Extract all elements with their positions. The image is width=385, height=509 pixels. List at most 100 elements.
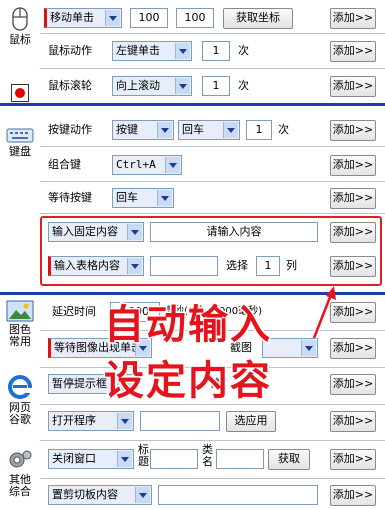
combo-key-label: 组合键 [48,158,81,171]
sidebar-item-web[interactable]: 网页 谷歌 [0,374,40,426]
row-divider [40,181,385,182]
add-button[interactable]: 添加>> [330,222,376,243]
wheel-direction-value: 向上滚动 [116,79,160,92]
x-coord-input[interactable]: 100 [130,8,168,28]
key-value: 回车 [182,123,204,136]
times-label: 次 [278,123,289,136]
sidebar-label-keyboard: 键盘 [9,145,31,158]
wait-key-select[interactable]: 回车 [112,188,174,208]
overlay-title-line1: 自动输入 [103,301,272,350]
key-action-label: 按键动作 [48,123,92,136]
chevron-down-icon [157,122,172,138]
table-path-input[interactable] [150,256,218,276]
mouse-button-value: 左键单击 [116,44,160,57]
chevron-down-icon [117,413,132,429]
mouse-action-value: 移动单击 [50,11,94,24]
key-select[interactable]: 回车 [178,120,240,140]
key-type-select[interactable]: 按键 [112,120,174,140]
row-divider [40,146,385,147]
record-button[interactable] [0,84,40,104]
add-button[interactable]: 添加>> [330,374,376,395]
chevron-down-icon [175,43,190,59]
clipboard-input[interactable] [158,485,318,505]
sidebar-item-mouse[interactable]: 鼠标 [0,6,40,46]
browser-e-icon [8,375,32,399]
record-icon [11,84,29,102]
chevron-down-icon [157,190,172,206]
chevron-down-icon [105,10,120,26]
table-input-select[interactable]: 输入表格内容 [48,256,144,276]
clipboard-value: 置剪切板内容 [52,488,118,501]
sidebar-label-mouse: 鼠标 [9,33,31,46]
mouse-icon [12,7,28,31]
close-window-select[interactable]: 关闭窗口 [48,449,134,469]
y-coord-input[interactable]: 100 [176,8,214,28]
select-label[interactable]: 选择 [226,256,248,276]
image-icon [6,300,34,322]
row-divider [40,68,385,69]
sidebar-label-other: 其他 综合 [9,473,31,498]
open-program-select[interactable]: 打开程序 [48,411,134,431]
chevron-down-icon [127,258,142,274]
key-type-value: 按键 [116,123,138,136]
program-path-input[interactable] [140,411,220,431]
chevron-down-icon [301,340,316,356]
mouse-button-select[interactable]: 左键单击 [112,41,192,61]
sidebar-item-image[interactable]: 图色 常用 [0,300,40,348]
window-title-input[interactable] [150,449,198,469]
wait-key-label: 等待按键 [48,191,92,204]
content-input[interactable]: 请输入内容 [150,222,318,242]
add-button[interactable]: 添加>> [330,449,376,470]
get-coords-button[interactable]: 获取坐标 [223,8,293,29]
sidebar-item-other[interactable]: 其他 综合 [0,448,40,498]
combo-key-select[interactable]: Ctrl+A [112,155,182,175]
annotation-arrow [311,286,336,339]
add-button[interactable]: 添加>> [330,411,376,432]
mouse-wheel-label: 鼠标滚轮 [48,79,92,92]
row-divider [40,440,385,441]
chevron-down-icon [127,224,142,240]
get-window-button[interactable]: 获取 [268,449,310,470]
sidebar-label-web: 网页 谷歌 [9,401,31,426]
add-button[interactable]: 添加>> [330,41,376,62]
wheel-direction-select[interactable]: 向上滚动 [112,76,192,96]
fixed-input-value: 输入固定内容 [52,225,118,238]
section-divider [0,103,385,106]
add-button[interactable]: 添加>> [330,8,376,29]
close-window-value: 关闭窗口 [52,452,96,465]
combo-key-value: Ctrl+A [116,158,156,171]
clipboard-select[interactable]: 置剪切板内容 [48,485,152,505]
key-count-input[interactable]: 1 [246,120,272,140]
sidebar-item-keyboard[interactable]: 键盘 [0,126,40,158]
row-divider [40,213,385,214]
column-label: 列 [286,259,297,272]
delay-label: 延迟时间 [52,305,96,318]
mouse-count-input[interactable]: 1 [202,41,230,61]
table-input-value: 输入表格内容 [54,259,120,272]
row-divider [40,404,385,405]
sidebar-label-image: 图色 常用 [9,323,31,348]
add-button[interactable]: 添加>> [330,76,376,97]
choose-app-button[interactable]: 选应用 [226,411,276,432]
chevron-down-icon [135,487,150,503]
add-button[interactable]: 添加>> [330,155,376,176]
fixed-input-select[interactable]: 输入固定内容 [48,222,144,242]
mouse-action-label: 鼠标动作 [48,44,92,57]
keyboard-icon [6,128,34,143]
add-button[interactable]: 添加>> [330,256,376,277]
add-button[interactable]: 添加>> [330,485,376,506]
chevron-down-icon [223,122,238,138]
add-button[interactable]: 添加>> [330,120,376,141]
wait-key-value: 回车 [116,191,138,204]
wheel-count-input[interactable]: 1 [202,76,230,96]
row-divider [40,33,385,34]
gears-icon [9,450,32,468]
add-button[interactable]: 添加>> [330,188,376,209]
open-program-value: 打开程序 [52,414,96,427]
window-class-input[interactable] [216,449,264,469]
mouse-action-select[interactable]: 移动单击 [44,8,122,28]
column-input[interactable]: 1 [256,256,280,276]
chevron-down-icon [117,451,132,467]
chevron-down-icon [175,78,190,94]
times-label: 次 [238,44,249,57]
